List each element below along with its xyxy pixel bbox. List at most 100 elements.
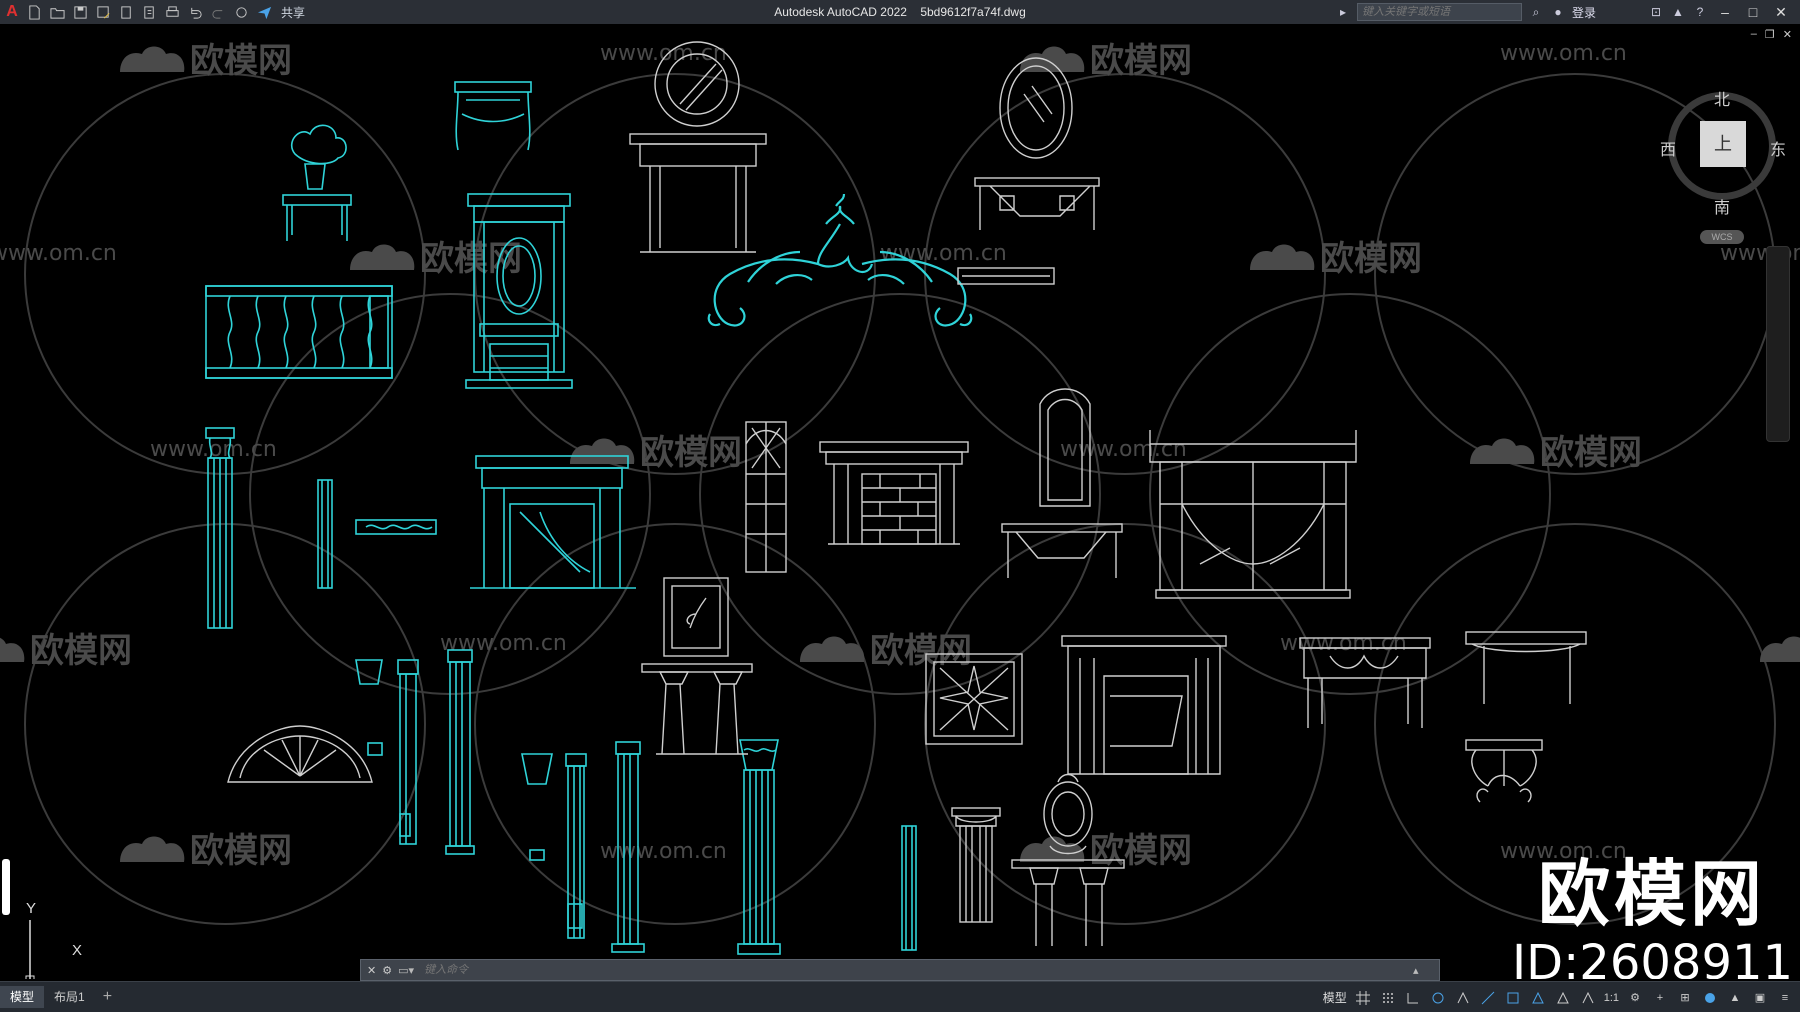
watermark-sofa-icon-8 (1760, 636, 1800, 662)
app-title: Autodesk AutoCAD 2022 (774, 5, 907, 19)
watermark-brand: 欧模网 ID:2608911 (1512, 854, 1794, 979)
watermark-sofa-icon-7 (800, 636, 865, 662)
watermark-logo-10: 欧模网 (1090, 831, 1192, 871)
save-as-icon[interactable] (95, 4, 112, 21)
watermark-logo-9: 欧模网 (190, 831, 292, 871)
file-name: 5bd9612f7a74f.dwg (920, 5, 1026, 19)
framed-picture-drawing (641, 577, 753, 755)
watermark-logo-7: 欧模网 (870, 631, 972, 671)
auto-scale-icon[interactable] (1554, 989, 1572, 1007)
compass-north[interactable]: 北 (1714, 86, 1730, 110)
frieze-panel-drawing (355, 519, 437, 535)
command-prompt-icon[interactable]: ▭▾ (398, 964, 424, 977)
command-close-icon[interactable]: ✕ (367, 964, 376, 977)
title-right-tools: ▸ ⌕ ● 登录 ⊡ ▲ ? – □ ✕ (1335, 0, 1800, 24)
watermark-logo-0: 欧模网 (190, 41, 292, 81)
command-customize-icon[interactable]: ⚙ (382, 964, 392, 977)
save-icon[interactable] (72, 4, 89, 21)
document-window-controls: – ❐ ✕ (1751, 28, 1792, 41)
viewcube-top-face[interactable]: 上 (1700, 121, 1746, 167)
cyan-fireplace-drawing (470, 455, 636, 589)
autodesk-app-icon[interactable]: ▲ (1670, 4, 1686, 20)
add-layout-icon[interactable]: + (95, 988, 120, 1006)
command-history-icon[interactable]: ▴ (1413, 964, 1439, 977)
watermark-sofa-icon-5 (1470, 438, 1535, 464)
compass-west[interactable]: 西 (1660, 136, 1676, 160)
command-input[interactable] (424, 961, 1413, 979)
annotation-scale-value[interactable]: 1:1 (1604, 992, 1619, 1004)
compass-south[interactable]: 南 (1714, 194, 1730, 218)
customization-icon[interactable]: ≡ (1776, 989, 1794, 1007)
hardware-acceleration-icon[interactable]: ▲ (1726, 989, 1744, 1007)
compass-east[interactable]: 东 (1770, 136, 1786, 160)
ucs-y-label: Y (26, 900, 37, 917)
workspace-gear-icon[interactable]: ⚙ (1626, 989, 1644, 1007)
watermark-url-9: www.om.cn (600, 839, 727, 864)
share-label[interactable]: 共享 (281, 4, 305, 21)
watermark-sofa-icon-3 (570, 438, 635, 464)
watermark-texts: 欧模网欧模网欧模网欧模网欧模网欧模网欧模网欧模网欧模网欧模网欧模网www.om.… (0, 41, 1800, 871)
tab-model[interactable]: 模型 (0, 986, 45, 1008)
user-icon[interactable]: ● (1550, 4, 1566, 20)
console-table-drawing (454, 81, 532, 151)
drawing-svg: 欧模网欧模网欧模网欧模网欧模网欧模网欧模网欧模网欧模网欧模网欧模网www.om.… (0, 41, 1800, 955)
new-file-icon[interactable] (26, 4, 43, 21)
brand-id-text: ID:2608911 (1512, 935, 1794, 979)
search-expand-icon[interactable]: ▸ (1335, 4, 1351, 20)
autocad-logo-icon[interactable]: A (4, 3, 20, 21)
ucs-x-label: X (72, 942, 83, 959)
annotation-scale-icon[interactable] (1579, 989, 1597, 1007)
doc-minimize-button[interactable]: – (1751, 28, 1757, 41)
watermark-sofa-icon-4 (1250, 244, 1315, 270)
object-snap-icon[interactable] (1504, 989, 1522, 1007)
publish-icon[interactable] (118, 4, 135, 21)
annotation-visibility-icon[interactable] (1529, 989, 1547, 1007)
tab-layout1[interactable]: 布局1 (44, 986, 95, 1008)
polar-tracking-icon[interactable] (1429, 989, 1447, 1007)
sunburst-mirror-drawing (629, 41, 767, 253)
search-icon[interactable]: ⌕ (1528, 4, 1544, 20)
units-icon[interactable]: ⊞ (1676, 989, 1694, 1007)
undo-icon[interactable] (187, 4, 204, 21)
isolate-objects-icon[interactable] (1701, 989, 1719, 1007)
ucs-icon: Y X (16, 900, 96, 979)
watermark-logo-3: 欧模网 (640, 433, 742, 473)
login-link[interactable]: 登录 (1572, 4, 1596, 21)
drawing-canvas[interactable]: 欧模网欧模网欧模网欧模网欧模网欧模网欧模网欧模网欧模网欧模网欧模网www.om.… (0, 24, 1800, 979)
status-bar: 模型 布局1 + 模型 1:1 ⚙ + ⊞ ▲ ▣ ≡ (0, 981, 1800, 1012)
clean-screen-icon[interactable]: ▣ (1751, 989, 1769, 1007)
watermark-url-6: www.om.cn (1060, 437, 1187, 462)
maximize-button[interactable]: □ (1742, 4, 1764, 20)
close-button[interactable]: ✕ (1770, 4, 1792, 21)
navigation-bar[interactable] (1766, 246, 1790, 442)
search-input[interactable] (1356, 3, 1522, 21)
share-icon[interactable] (256, 4, 273, 21)
object-snap-tracking-icon[interactable] (1479, 989, 1497, 1007)
viewcube[interactable]: 上 北 南 西 东 WCS (1660, 64, 1790, 244)
watermark-url-7: www.om.cn (440, 631, 567, 656)
title-bar: A 共享 Autodesk AutoCAD 2022 5bd9612f7a74f… (0, 0, 1800, 24)
isodraft-icon[interactable] (1454, 989, 1472, 1007)
watermark-url-0: www.om.cn (600, 41, 727, 66)
redo-icon[interactable] (210, 4, 227, 21)
grid-icon[interactable] (1354, 989, 1372, 1007)
palette-handle[interactable] (2, 859, 10, 915)
cart-icon[interactable]: ⊡ (1648, 4, 1664, 20)
watermark-logo-6: 欧模网 (30, 631, 132, 671)
model-space-button[interactable]: 模型 (1323, 989, 1347, 1006)
gray-fireplace-drawing (1061, 635, 1227, 775)
snap-icon[interactable] (1379, 989, 1397, 1007)
workspace-icon[interactable] (233, 4, 250, 21)
open-folder-icon[interactable] (49, 4, 66, 21)
gray-drawings (227, 41, 1587, 946)
plot-preview-icon[interactable] (141, 4, 158, 21)
wcs-menu-button[interactable]: WCS (1700, 230, 1744, 244)
command-line-buttons: ✕ ⚙ (361, 964, 398, 977)
print-icon[interactable] (164, 4, 181, 21)
doc-restore-button[interactable]: ❐ (1765, 28, 1775, 41)
plus-icon[interactable]: + (1651, 989, 1669, 1007)
doc-close-button[interactable]: ✕ (1783, 28, 1792, 41)
minimize-button[interactable]: – (1714, 4, 1736, 20)
ortho-icon[interactable] (1404, 989, 1422, 1007)
help-icon[interactable]: ? (1692, 4, 1708, 20)
